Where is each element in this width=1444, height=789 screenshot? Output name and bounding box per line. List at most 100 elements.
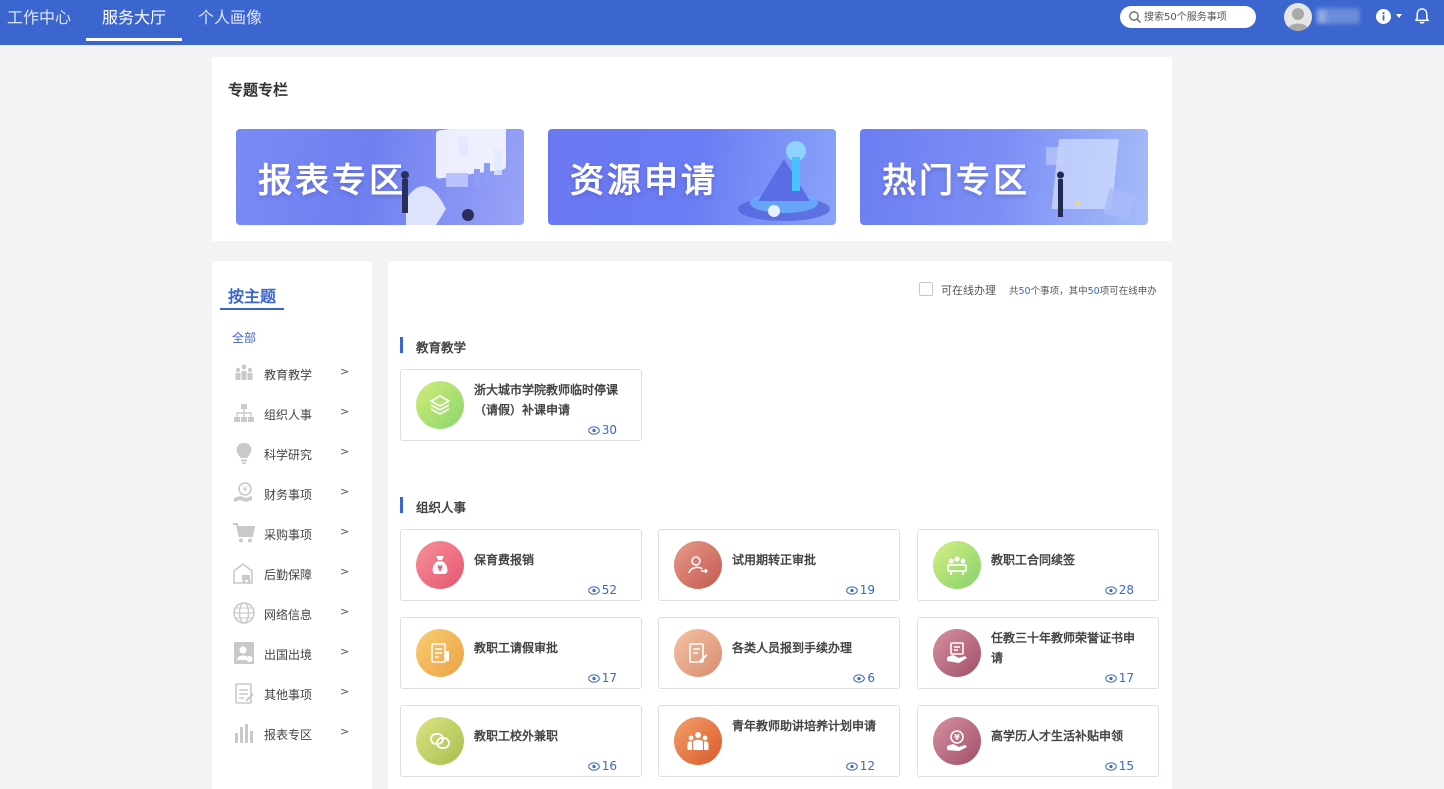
service-name: 青年教师助讲培养计划申请 xyxy=(732,719,877,733)
service-name: 任教三十年教师荣誉证书申请 xyxy=(991,631,1136,665)
link-icon xyxy=(430,733,450,749)
banner-hot-zone[interactable]: 热门专区 xyxy=(860,129,1148,225)
search-input[interactable] xyxy=(1144,9,1252,25)
certificate-hand-icon xyxy=(947,642,967,663)
service-card[interactable]: 浙大城市学院教师临时停课（请假）补课申请 30 xyxy=(400,369,642,441)
org-chart-icon xyxy=(234,404,254,422)
sidebar-item-org-hr[interactable]: 组织人事 > xyxy=(230,401,360,429)
category-marker xyxy=(400,337,403,353)
service-card[interactable]: 教职工合同续签 28 xyxy=(917,529,1159,601)
chevron-right-icon: > xyxy=(340,525,350,538)
topic-section: 专题专栏 报表专区 资源申请 热门专区 xyxy=(212,57,1172,241)
info-icon[interactable] xyxy=(1376,9,1391,24)
chevron-right-icon: > xyxy=(340,605,350,618)
tab-work-center[interactable]: 工作中心 xyxy=(7,0,71,42)
bulb-icon xyxy=(236,443,252,464)
service-icon-circle xyxy=(674,629,722,677)
tab-personal-profile[interactable]: 个人画像 xyxy=(198,0,262,42)
sidebar-item-research[interactable]: 科学研究 > xyxy=(230,441,360,469)
service-icon-circle xyxy=(933,541,981,589)
sidebar-item-procurement[interactable]: 采购事项 > xyxy=(230,521,360,549)
user-avatar-icon xyxy=(1287,8,1309,31)
service-name: 教职工校外兼职 xyxy=(474,729,559,743)
service-name: 高学历人才生活补贴申领 xyxy=(991,729,1124,743)
online-only-label[interactable]: 可在线办理 xyxy=(941,282,996,298)
view-count: 12 xyxy=(845,759,875,773)
view-count: 16 xyxy=(587,759,617,773)
service-name: 教职工合同续签 xyxy=(991,553,1076,567)
sidebar-item-other[interactable]: 其他事项 > xyxy=(230,681,360,709)
sidebar-item-teaching[interactable]: 教育教学 > xyxy=(230,361,360,389)
sidebar-item-abroad[interactable]: 出国出境 > xyxy=(230,641,360,669)
service-name: 保育费报销 xyxy=(474,553,535,567)
finance-icon: ¥ xyxy=(234,482,252,502)
sidebar-item-label: 组织人事 xyxy=(264,408,313,422)
service-icon-circle xyxy=(933,629,981,677)
sidebar-item-reports[interactable]: 报表专区 > xyxy=(230,721,360,749)
service-icon-circle xyxy=(416,717,464,765)
banner-report-zone[interactable]: 报表专区 xyxy=(236,129,524,225)
banner-label: 热门专区 xyxy=(882,161,1030,201)
cart-icon xyxy=(233,523,256,543)
category-title: 教育教学 xyxy=(416,340,467,355)
sidebar-title-underline xyxy=(220,308,284,310)
service-card[interactable]: 任教三十年教师荣誉证书申请 17 xyxy=(917,617,1159,689)
service-card[interactable]: 试用期转正审批 19 xyxy=(658,529,900,601)
eye-icon xyxy=(587,425,600,435)
service-card[interactable]: ¥ 高学历人才生活补贴申领 15 xyxy=(917,705,1159,777)
service-icon-circle: ¥ xyxy=(416,541,464,589)
services-panel: 可在线办理 共50个事项，其中50项可在线申办 教育教学 浙大城市学院教师临时停… xyxy=(388,261,1172,789)
eye-icon xyxy=(1104,673,1117,683)
sidebar-item-label: 网络信息 xyxy=(264,608,313,622)
sidebar-item-finance[interactable]: ¥ 财务事项 > xyxy=(230,481,360,509)
chevron-down-icon[interactable] xyxy=(1395,12,1403,20)
service-card[interactable]: 教职工校外兼职 16 xyxy=(400,705,642,777)
eye-icon xyxy=(587,761,600,771)
service-icon-circle: ¥ xyxy=(933,717,981,765)
section-title: 专题专栏 xyxy=(228,81,289,99)
search-icon xyxy=(1129,11,1141,23)
chevron-right-icon: > xyxy=(340,725,350,738)
sidebar-item-network[interactable]: 网络信息 > xyxy=(230,601,360,629)
top-navbar: 工作中心 服务大厅 个人画像 王 xyxy=(0,0,1444,45)
svg-text:¥: ¥ xyxy=(242,485,247,494)
eye-icon xyxy=(587,585,600,595)
eye-icon xyxy=(853,673,866,683)
chevron-right-icon: > xyxy=(340,405,350,418)
avatar[interactable] xyxy=(1284,3,1312,31)
service-icon-circle xyxy=(416,381,464,429)
search-box[interactable] xyxy=(1120,6,1256,28)
eye-icon xyxy=(1104,761,1117,771)
sidebar-item-label: 教育教学 xyxy=(264,368,313,382)
eye-icon xyxy=(845,761,858,771)
service-card[interactable]: 教职工请假审批 17 xyxy=(400,617,642,689)
tab-service-hall[interactable]: 服务大厅 xyxy=(102,0,166,42)
eye-icon xyxy=(1104,585,1117,595)
chevron-right-icon: > xyxy=(340,485,350,498)
bar-chart-icon xyxy=(235,724,253,743)
service-card[interactable]: ¥ 保育费报销 52 xyxy=(400,529,642,601)
chevron-right-icon: > xyxy=(340,565,350,578)
subsidy-hand-icon: ¥ xyxy=(947,730,967,751)
service-card[interactable]: 青年教师助讲培养计划申请 12 xyxy=(658,705,900,777)
online-only-checkbox[interactable] xyxy=(919,282,933,296)
banner-resource-apply[interactable]: 资源申请 xyxy=(548,129,836,225)
category-title: 组织人事 xyxy=(416,500,467,515)
sidebar-item-label: 采购事项 xyxy=(264,528,313,542)
sidebar-item-logistics[interactable]: 后勤保障 > xyxy=(230,561,360,589)
sidebar-item-all[interactable]: 全部 xyxy=(232,329,256,346)
banner-label: 报表专区 xyxy=(258,161,406,201)
active-tab-indicator xyxy=(86,38,182,41)
service-name: 各类人员报到手续办理 xyxy=(732,641,853,655)
chevron-right-icon: > xyxy=(340,365,350,378)
user-name[interactable]: 王 xyxy=(1316,8,1360,24)
chevron-right-icon: > xyxy=(340,645,350,658)
sidebar-item-label: 后勤保障 xyxy=(264,568,313,582)
bell-icon[interactable] xyxy=(1413,7,1431,25)
view-count: 28 xyxy=(1104,583,1134,597)
svg-text:¥: ¥ xyxy=(954,733,960,742)
eye-icon xyxy=(845,585,858,595)
view-count: 6 xyxy=(853,671,875,685)
view-count: 17 xyxy=(587,671,617,685)
service-card[interactable]: 各类人员报到手续办理 6 xyxy=(658,617,900,689)
